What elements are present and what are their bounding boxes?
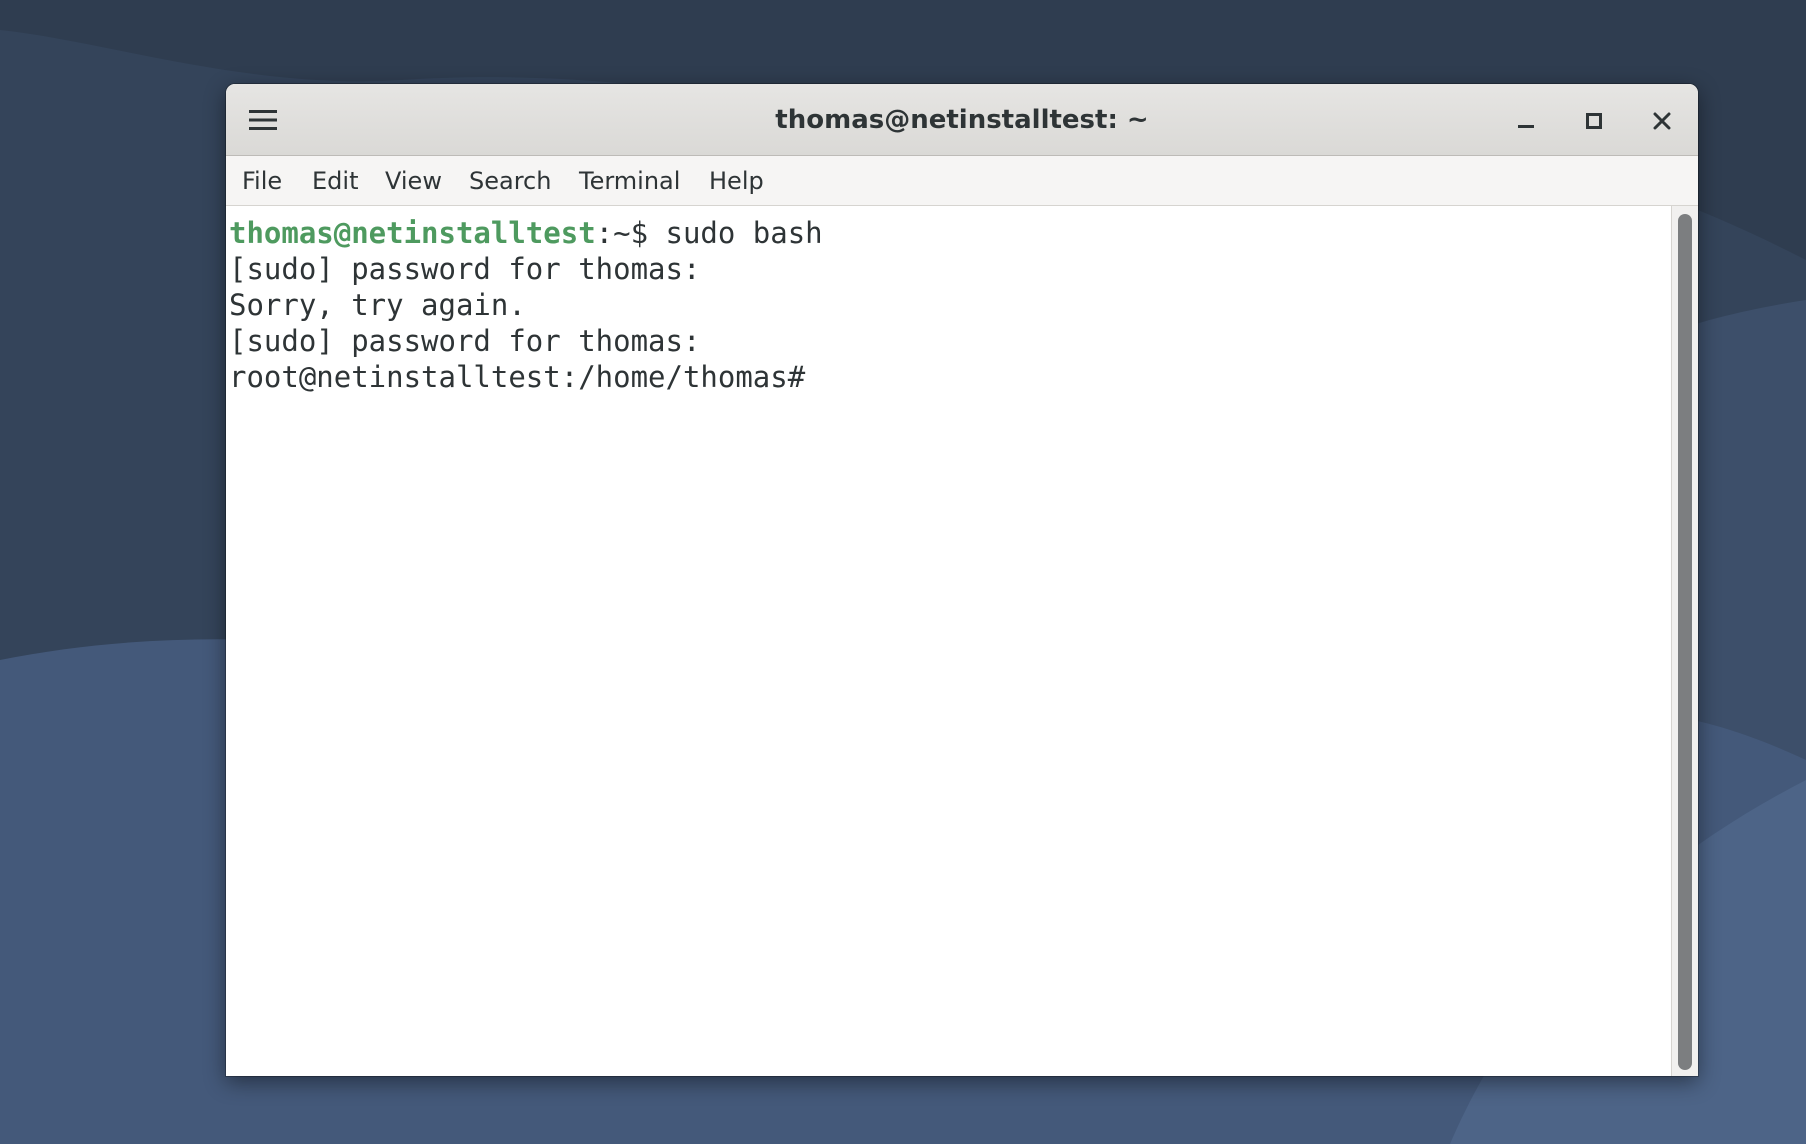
terminal-line: [sudo] password for thomas: bbox=[229, 324, 701, 358]
menu-terminal[interactable]: Terminal bbox=[579, 156, 680, 206]
terminal-line: Sorry, try again. bbox=[229, 288, 526, 322]
command-text: sudo bash bbox=[665, 216, 823, 250]
close-button[interactable] bbox=[1645, 104, 1679, 138]
terminal-output[interactable]: thomas@netinstalltest:~$ sudo bash [sudo… bbox=[226, 206, 1671, 1076]
menu-file[interactable]: File bbox=[242, 156, 282, 206]
menu-bar: File Edit View Search Terminal Help bbox=[226, 156, 1698, 206]
menu-view[interactable]: View bbox=[385, 156, 442, 206]
terminal-line: [sudo] password for thomas: bbox=[229, 252, 701, 286]
terminal-line-command: thomas@netinstalltest:~$ sudo bash bbox=[229, 215, 823, 251]
title-bar[interactable]: thomas@netinstalltest: ~ bbox=[226, 84, 1698, 156]
maximize-icon bbox=[1586, 113, 1602, 129]
maximize-button[interactable] bbox=[1577, 104, 1611, 138]
menu-search[interactable]: Search bbox=[469, 156, 551, 206]
prompt-suffix: :~$ bbox=[595, 216, 666, 250]
menu-edit[interactable]: Edit bbox=[312, 156, 358, 206]
prompt-user-host: thomas@netinstalltest bbox=[229, 216, 596, 250]
scrollbar-thumb[interactable] bbox=[1678, 214, 1692, 1070]
terminal-window: thomas@netinstalltest: ~ File Edit View … bbox=[226, 84, 1698, 1076]
root-prompt-line: root@netinstalltest:/home/thomas# bbox=[229, 360, 806, 394]
window-title: thomas@netinstalltest: ~ bbox=[775, 105, 1149, 135]
minimize-icon bbox=[1518, 125, 1534, 128]
close-icon bbox=[1653, 112, 1671, 130]
minimize-button[interactable] bbox=[1509, 104, 1543, 138]
menu-help[interactable]: Help bbox=[709, 156, 764, 206]
hamburger-icon[interactable] bbox=[246, 104, 280, 136]
